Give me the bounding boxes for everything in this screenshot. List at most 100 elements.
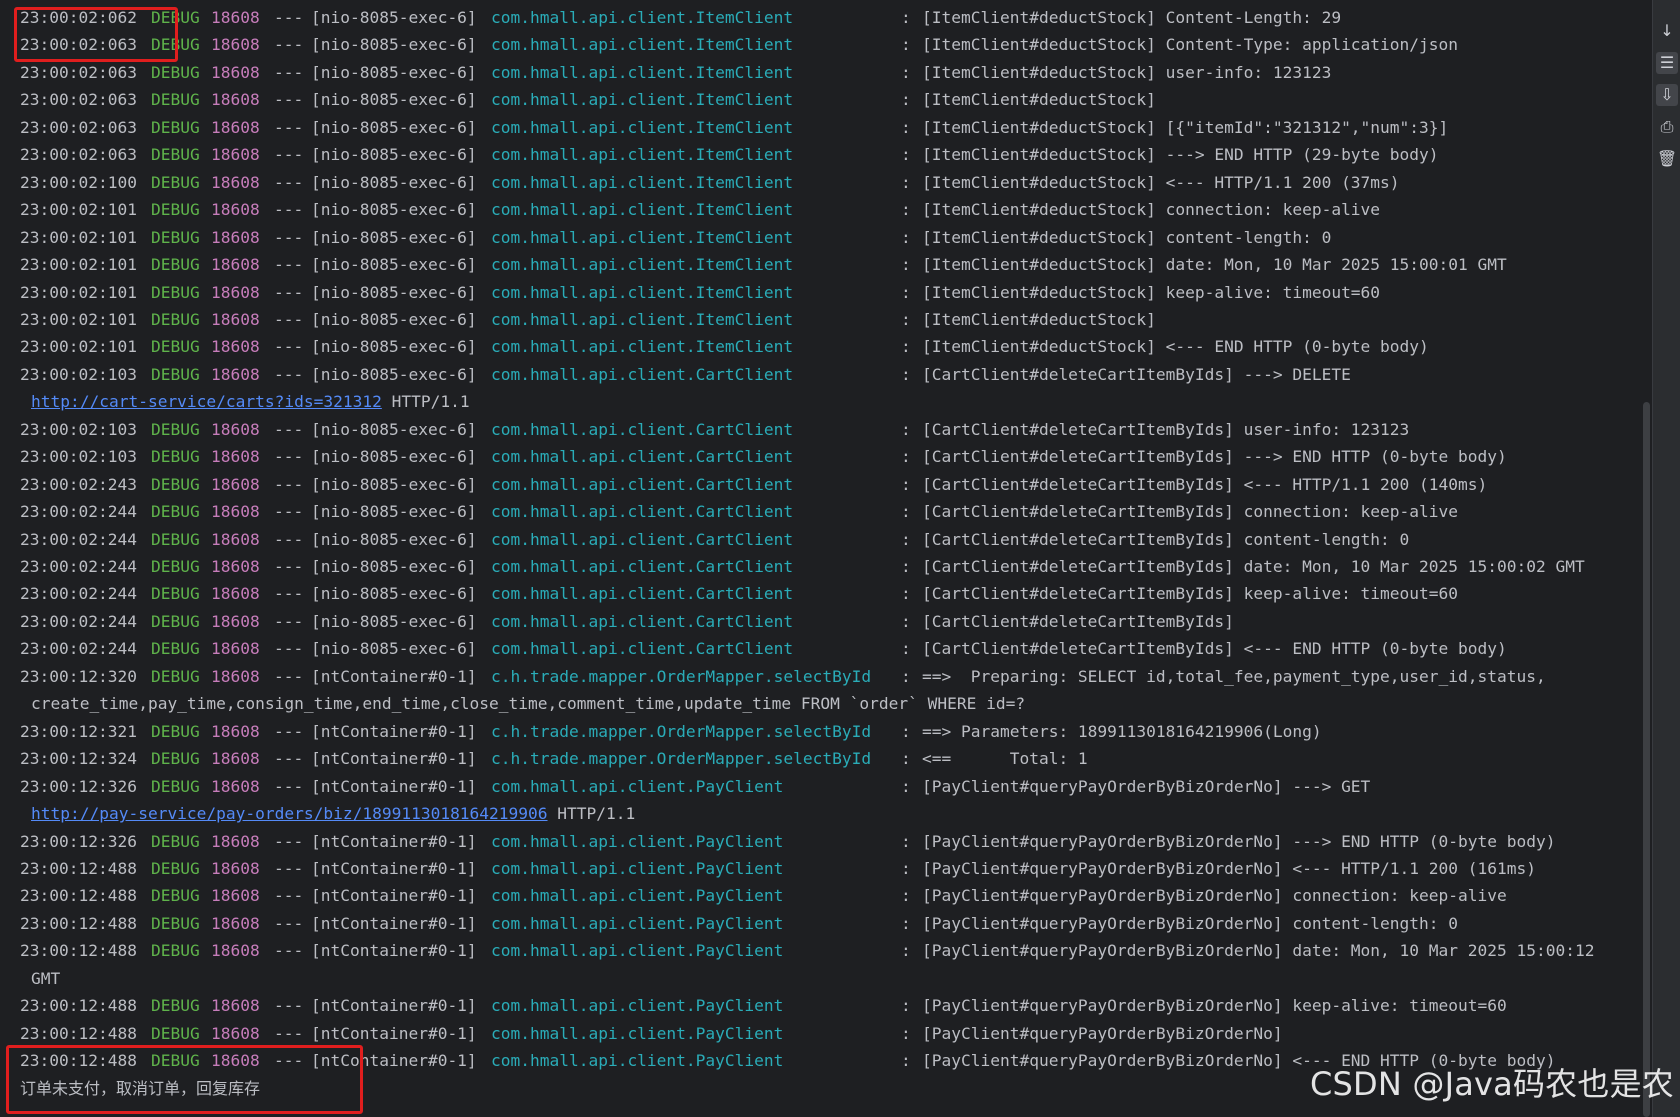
log-separator: --- [274, 8, 304, 27]
log-pid: 18608 [211, 941, 260, 961]
log-timestamp: 23:00:02:103 [20, 364, 137, 384]
log-colon: : [901, 447, 911, 467]
log-timestamp: 23:00:12:326 [20, 831, 137, 851]
log-level: DEBUG [151, 721, 200, 741]
log-message: [ItemClient#deductStock] [{"itemId":"321… [922, 117, 1449, 137]
log-message: [PayClient#queryPayOrderByBizOrderNo] <-… [922, 858, 1536, 878]
log-separator: --- [274, 529, 304, 549]
log-line: 23:00:02:062 DEBUG 18608 --- [nio-8085-exec-… [0, 4, 1640, 31]
log-colon: : [901, 282, 911, 302]
log-level: DEBUG [151, 90, 200, 110]
log-logger: com.hmall.api.client.PayClient [491, 941, 784, 961]
log-logger: c.h.trade.mapper.OrderMapper.selectById [491, 721, 872, 741]
log-line: 23:00:02:100 DEBUG 18608 --- [nio-8085-exec-… [0, 169, 1640, 196]
log-continuation: create_time,pay_time,consign_time,end_ti… [31, 694, 1026, 714]
log-level: DEBUG [151, 172, 200, 192]
log-message: [CartClient#deleteCartItemByIds] content… [922, 529, 1410, 549]
log-pid: 18608 [211, 474, 260, 494]
log-timestamp: 23:00:12:324 [20, 749, 137, 769]
log-pid: 18608 [211, 557, 260, 576]
log-logger: com.hmall.api.client.PayClient [491, 1023, 784, 1043]
log-line: 23:00:02:244 DEBUG 18608 --- [nio-8085-exec-… [0, 526, 1640, 553]
console-output[interactable]: 23:00:02:062 DEBUG 18608 --- [nio-8085-exec-… [0, 0, 1640, 1117]
soft-wrap-icon[interactable]: ☰ [1656, 52, 1678, 74]
log-line: 23:00:02:103 DEBUG 18608 --- [nio-8085-exec-… [0, 361, 1640, 388]
log-thread: [nio-8085-exec-6] [311, 502, 477, 522]
scroll-to-end-icon[interactable]: ↓ [1656, 20, 1678, 42]
highlight-box-top [14, 7, 178, 62]
log-pid: 18608 [211, 502, 260, 522]
log-message: <== Total: 1 [922, 749, 1088, 769]
log-logger: com.hmall.api.client.ItemClient [491, 227, 794, 247]
log-level: DEBUG [151, 200, 200, 220]
log-line: 23:00:12:320 DEBUG 18608 --- [ntContainer#0-… [0, 663, 1640, 690]
log-line: http://pay-service/pay-orders/biz/189911… [0, 800, 1640, 827]
log-level: DEBUG [151, 255, 200, 275]
scrollbar-thumb[interactable] [1643, 402, 1650, 1117]
log-level: DEBUG [151, 145, 200, 165]
log-thread: [nio-8085-exec-6] [311, 200, 477, 220]
log-message: [PayClient#queryPayOrderByBizOrderNo] co… [922, 913, 1459, 933]
log-line: 23:00:12:488 DEBUG 18608 --- [ntContainer#0-… [0, 1020, 1640, 1047]
log-line: 23:00:02:103 DEBUG 18608 --- [nio-8085-exec-… [0, 443, 1640, 470]
log-level: DEBUG [151, 858, 200, 878]
log-url-suffix: HTTP/1.1 [547, 804, 636, 824]
log-pid: 18608 [211, 996, 260, 1016]
log-pid: 18608 [211, 721, 260, 741]
log-timestamp: 23:00:02:244 [20, 611, 137, 631]
log-colon: : [901, 200, 911, 220]
log-logger: com.hmall.api.client.PayClient [491, 913, 784, 933]
log-thread: [ntContainer#0-1] [311, 721, 477, 741]
print-icon[interactable]: ⎙ [1656, 116, 1678, 138]
log-line: 23:00:02:101 DEBUG 18608 --- [nio-8085-exec-… [0, 279, 1640, 306]
log-message: [ItemClient#deductStock] <--- END HTTP (… [922, 337, 1429, 357]
log-level: DEBUG [151, 447, 200, 467]
log-thread: [nio-8085-exec-6] [311, 611, 477, 631]
log-colon: : [901, 721, 911, 741]
log-colon: : [901, 557, 911, 576]
log-level: DEBUG [151, 584, 200, 604]
log-colon: : [901, 474, 911, 494]
log-separator: --- [274, 831, 304, 851]
log-line: 23:00:12:488 DEBUG 18608 --- [ntContainer#0-… [0, 910, 1640, 937]
clear-all-icon[interactable]: 🗑 [1656, 148, 1678, 170]
log-logger: com.hmall.api.client.CartClient [491, 529, 794, 549]
log-pid: 18608 [211, 858, 260, 878]
log-url-link[interactable]: http://cart-service/carts?ids=321312 [31, 392, 382, 411]
log-message: [ItemClient#deductStock] Content-Type: a… [922, 35, 1459, 55]
log-colon: : [901, 941, 911, 961]
log-timestamp: 23:00:02:101 [20, 255, 137, 275]
log-pid: 18608 [211, 62, 260, 82]
log-thread: [ntContainer#0-1] [311, 776, 477, 796]
log-message: [PayClient#queryPayOrderByBizOrderNo] co… [922, 886, 1507, 906]
log-timestamp: 23:00:02:244 [20, 502, 137, 522]
log-thread: [ntContainer#0-1] [311, 1023, 477, 1043]
log-colon: : [901, 529, 911, 549]
log-level: DEBUG [151, 227, 200, 247]
scroll-to-end-toggle-icon[interactable]: ⇩ [1656, 84, 1678, 106]
log-timestamp: 23:00:12:321 [20, 721, 137, 741]
log-colon: : [901, 62, 911, 82]
log-logger: com.hmall.api.client.ItemClient [491, 255, 794, 275]
log-continuation: GMT [31, 968, 61, 988]
log-logger: com.hmall.api.client.CartClient [491, 502, 794, 522]
log-pid: 18608 [211, 419, 260, 439]
log-logger: com.hmall.api.client.ItemClient [491, 117, 794, 137]
log-message: [PayClient#queryPayOrderByBizOrderNo] ke… [922, 996, 1507, 1016]
log-separator: --- [274, 35, 304, 55]
log-thread: [nio-8085-exec-6] [311, 447, 477, 467]
log-level: DEBUG [151, 996, 200, 1016]
log-colon: : [901, 172, 911, 192]
log-thread: [ntContainer#0-1] [311, 831, 477, 851]
log-separator: --- [274, 337, 304, 357]
log-url-link[interactable]: http://pay-service/pay-orders/biz/189911… [31, 804, 548, 823]
log-colon: : [901, 255, 911, 275]
log-pid: 18608 [211, 886, 260, 906]
log-logger: com.hmall.api.client.ItemClient [491, 172, 794, 192]
log-logger: com.hmall.api.client.ItemClient [491, 309, 794, 329]
log-logger: com.hmall.api.client.CartClient [491, 584, 794, 604]
log-pid: 18608 [211, 309, 260, 329]
log-logger: com.hmall.api.client.PayClient [491, 776, 784, 796]
log-level: DEBUG [151, 529, 200, 549]
log-pid: 18608 [211, 172, 260, 192]
